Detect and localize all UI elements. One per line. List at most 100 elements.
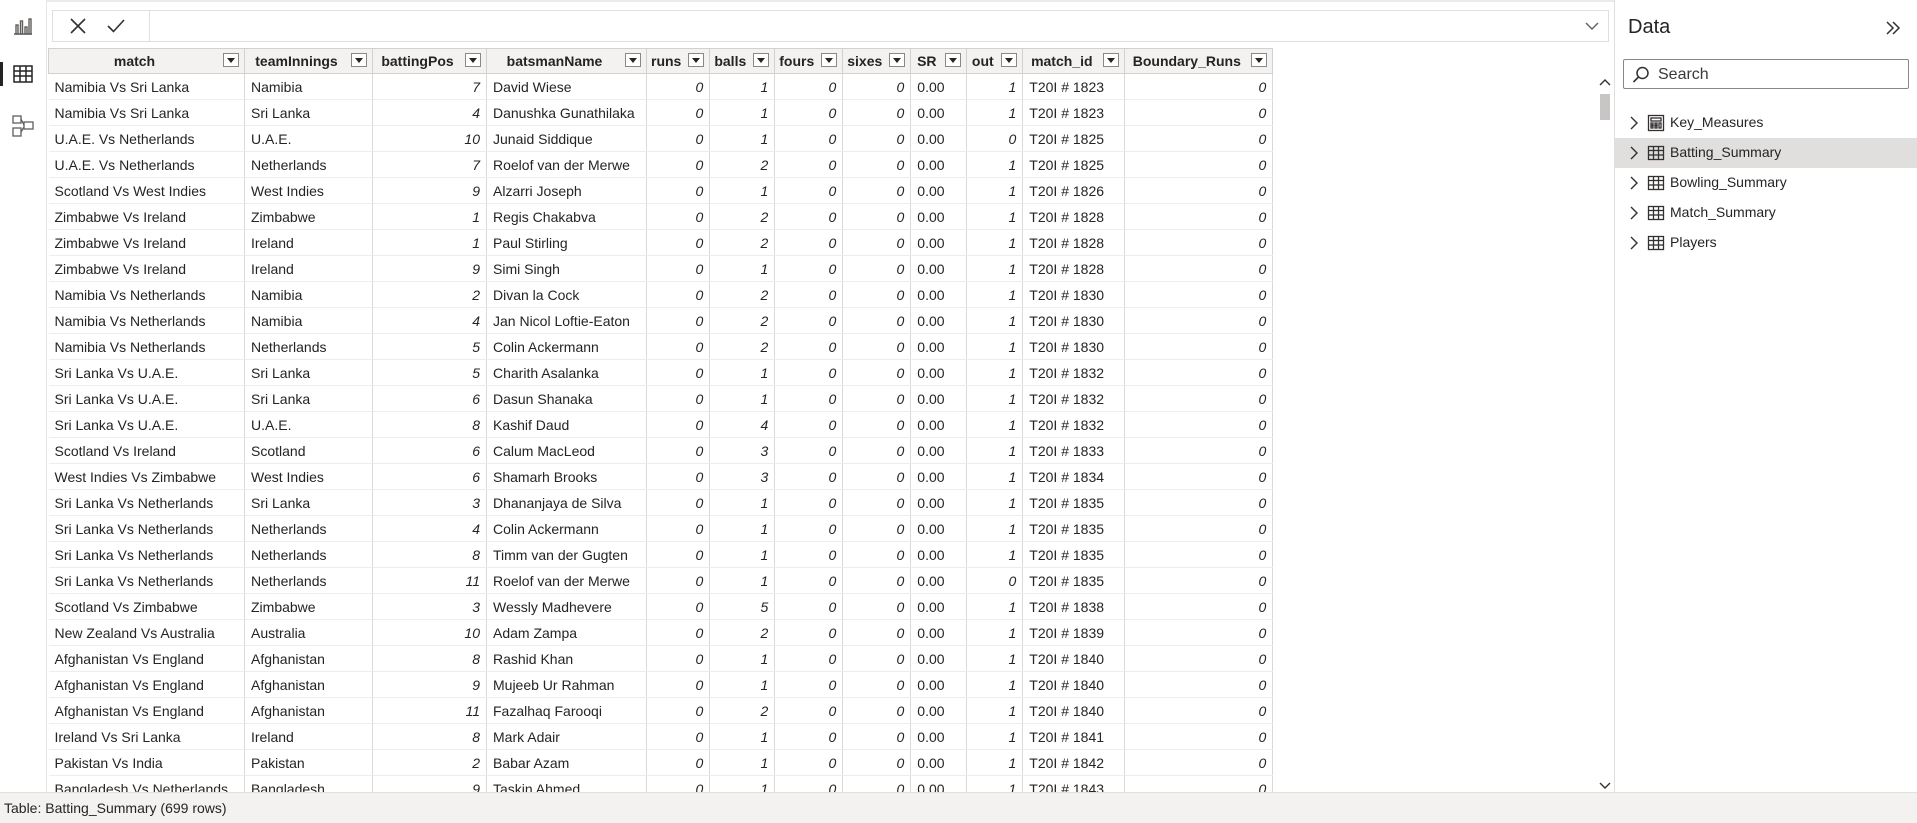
table-cell[interactable]: 0 — [1124, 775, 1274, 792]
search-input[interactable] — [1656, 65, 1900, 85]
table-cell[interactable]: 0 — [646, 177, 711, 204]
table-cell[interactable]: 0.00 — [910, 489, 968, 516]
table-cell[interactable]: 0.00 — [910, 775, 968, 792]
table-cell[interactable]: 0.00 — [910, 411, 968, 438]
formula-input[interactable] — [157, 16, 1581, 38]
table-cell[interactable]: 0 — [1124, 723, 1274, 750]
table-cell[interactable]: 8 — [372, 723, 487, 750]
table-cell[interactable]: 0 — [646, 515, 711, 542]
table-cell[interactable]: 0 — [1124, 177, 1274, 204]
table-cell[interactable]: 1 — [966, 359, 1024, 386]
table-cell[interactable]: 0.00 — [910, 385, 968, 412]
table-cell[interactable]: 0 — [774, 385, 844, 412]
table-cell[interactable]: Charith Asalanka — [486, 359, 647, 386]
table-cell[interactable]: 0 — [842, 775, 912, 792]
table-cell[interactable]: 0 — [646, 593, 711, 620]
column-header[interactable]: match_id — [1022, 48, 1126, 74]
table-cell[interactable]: 7 — [372, 151, 487, 178]
chevron-right-icon[interactable] — [1629, 176, 1639, 190]
table-cell[interactable]: 4 — [372, 515, 487, 542]
table-cell[interactable]: Divan la Cock — [486, 281, 647, 308]
table-item-key-measures[interactable]: Key_Measures — [1615, 108, 1917, 138]
chevron-right-icon[interactable] — [1629, 206, 1639, 220]
table-cell[interactable]: 0 — [646, 359, 711, 386]
table-cell[interactable]: 0.00 — [910, 437, 968, 464]
scrollbar-thumb[interactable] — [1600, 94, 1610, 120]
table-cell[interactable]: 0 — [1124, 229, 1274, 256]
table-cell[interactable]: 1 — [966, 177, 1024, 204]
table-cell[interactable]: Netherlands — [244, 541, 373, 568]
table-cell[interactable]: T20I # 1828 — [1022, 255, 1126, 282]
table-cell[interactable]: 4 — [372, 307, 487, 334]
table-cell[interactable]: 8 — [372, 411, 487, 438]
table-cell[interactable]: Mujeeb Ur Rahman — [486, 671, 647, 698]
table-cell[interactable]: 1 — [966, 73, 1024, 100]
search-box[interactable] — [1623, 59, 1909, 89]
table-cell[interactable]: 0 — [646, 775, 711, 792]
table-cell[interactable]: 1 — [709, 645, 776, 672]
chevron-right-icon[interactable] — [1629, 116, 1639, 130]
table-cell[interactable]: 0.00 — [910, 697, 968, 724]
table-cell[interactable]: Simi Singh — [486, 255, 647, 282]
table-cell[interactable]: Roelof van der Merwe — [486, 151, 647, 178]
table-row[interactable]: Sri Lanka Vs Netherlands Netherlands 4 Coli… — [48, 515, 1274, 542]
table-cell[interactable]: Roelof van der Merwe — [486, 567, 647, 594]
table-cell[interactable]: Bangladesh — [244, 775, 373, 792]
table-cell[interactable]: Regis Chakabva — [486, 203, 647, 230]
table-cell[interactable]: 0 — [646, 281, 711, 308]
table-cell[interactable]: 0 — [842, 723, 912, 750]
table-cell[interactable]: 0.00 — [910, 177, 968, 204]
table-cell[interactable]: 10 — [372, 125, 487, 152]
table-cell[interactable]: 0 — [646, 463, 711, 490]
table-cell[interactable]: Sri Lanka Vs U.A.E. — [48, 411, 245, 438]
table-cell[interactable]: 0 — [646, 73, 711, 100]
table-cell[interactable]: 0 — [774, 489, 844, 516]
table-cell[interactable]: 0.00 — [910, 567, 968, 594]
table-cell[interactable]: Mark Adair — [486, 723, 647, 750]
table-cell[interactable]: Namibia Vs Netherlands — [48, 333, 245, 360]
column-header[interactable]: match — [48, 48, 245, 74]
table-cell[interactable]: T20I # 1841 — [1022, 723, 1126, 750]
table-cell[interactable]: 0 — [842, 255, 912, 282]
table-cell[interactable]: 1 — [709, 567, 776, 594]
table-row[interactable]: Sri Lanka Vs Netherlands Netherlands 11 Roe… — [48, 567, 1274, 594]
table-cell[interactable]: 0 — [842, 281, 912, 308]
column-header[interactable]: out — [966, 48, 1024, 74]
table-cell[interactable]: Afghanistan Vs England — [48, 671, 245, 698]
table-cell[interactable]: 0.00 — [910, 99, 968, 126]
column-header[interactable]: batsmanName — [486, 48, 647, 74]
table-cell[interactable]: 1 — [709, 125, 776, 152]
table-cell[interactable]: 0.00 — [910, 281, 968, 308]
filter-dropdown-button[interactable] — [945, 53, 962, 67]
table-cell[interactable]: 1 — [709, 541, 776, 568]
column-header[interactable]: battingPos — [372, 48, 487, 74]
table-cell[interactable]: Zimbabwe Vs Ireland — [48, 203, 245, 230]
table-cell[interactable]: 0.00 — [910, 671, 968, 698]
table-row[interactable]: Namibia Vs Netherlands Namibia 2 Divan la C… — [48, 281, 1274, 308]
table-row[interactable]: U.A.E. Vs Netherlands U.A.E. 10 Junaid Sidd… — [48, 125, 1274, 152]
table-cell[interactable]: 0 — [774, 151, 844, 178]
table-cell[interactable]: West Indies — [244, 177, 373, 204]
table-cell[interactable]: 0 — [842, 229, 912, 256]
table-cell[interactable]: 6 — [372, 385, 487, 412]
table-cell[interactable]: Ireland — [244, 255, 373, 282]
table-cell[interactable]: T20I # 1840 — [1022, 697, 1126, 724]
table-cell[interactable]: Netherlands — [244, 151, 373, 178]
table-cell[interactable]: 0 — [842, 177, 912, 204]
table-cell[interactable]: 9 — [372, 177, 487, 204]
table-cell[interactable]: 5 — [372, 333, 487, 360]
table-cell[interactable]: 1 — [709, 99, 776, 126]
table-cell[interactable]: Calum MacLeod — [486, 437, 647, 464]
table-cell[interactable]: 0 — [842, 151, 912, 178]
table-cell[interactable]: 1 — [966, 749, 1024, 776]
table-row[interactable]: Scotland Vs West Indies West Indies 9 Alzar… — [48, 177, 1274, 204]
table-cell[interactable]: Alzarri Joseph — [486, 177, 647, 204]
table-cell[interactable]: 1 — [966, 619, 1024, 646]
table-cell[interactable]: 0 — [842, 437, 912, 464]
table-cell[interactable]: 0 — [1124, 385, 1274, 412]
table-cell[interactable]: 2 — [709, 619, 776, 646]
table-cell[interactable]: Afghanistan — [244, 645, 373, 672]
table-cell[interactable]: T20I # 1840 — [1022, 671, 1126, 698]
table-cell[interactable]: 2 — [372, 749, 487, 776]
table-cell[interactable]: 0.00 — [910, 541, 968, 568]
